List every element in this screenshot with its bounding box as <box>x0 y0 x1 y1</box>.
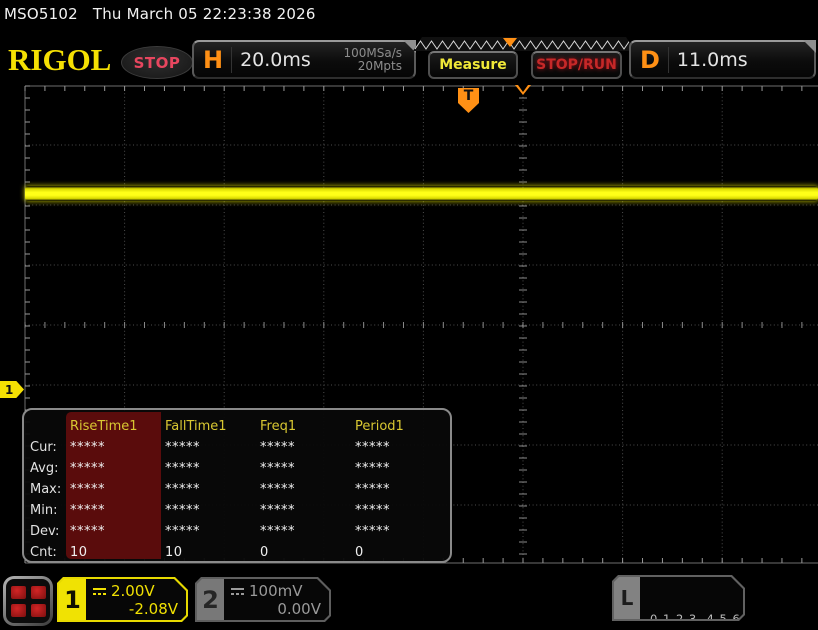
measurement-value: ***** <box>66 440 161 455</box>
measurement-value: ***** <box>161 524 256 539</box>
channel2-offset: 0.00V <box>230 600 321 618</box>
measurement-value: ***** <box>351 461 446 476</box>
measurement-value: 10 <box>66 545 161 560</box>
measurement-row-max: Max: ***** ***** ***** ***** <box>24 479 450 500</box>
measurement-value: ***** <box>66 461 161 476</box>
measurement-column-header: Freq1 <box>256 419 351 434</box>
measurement-row-avg: Avg: ***** ***** ***** ***** <box>24 458 450 479</box>
channel1-info: 2.00V -2.08V <box>86 579 186 620</box>
channel1-offset: -2.08V <box>92 600 178 618</box>
measurement-column-header: Period1 <box>351 419 446 434</box>
measurement-value: ***** <box>256 482 351 497</box>
measurement-row-min: Min: ***** ***** ***** ***** <box>24 500 450 521</box>
measurement-value: ***** <box>161 440 256 455</box>
measurement-value: 0 <box>256 545 351 560</box>
channel2-box[interactable]: 2 100mV 0.00V <box>195 577 331 622</box>
channel2-info: 100mV 0.00V <box>224 579 329 620</box>
channel1-box[interactable]: 1 2.00V -2.08V <box>57 577 188 622</box>
horizontal-reference-indicator-inner <box>518 85 528 92</box>
horizontal-reference-indicator <box>515 85 531 95</box>
measurement-column-header: RiseTime1 <box>66 419 161 434</box>
measurement-value: ***** <box>66 482 161 497</box>
measurement-panel[interactable]: RiseTime1 FallTime1 Freq1 Period1 Cur: *… <box>22 408 452 563</box>
measurement-value: ***** <box>256 524 351 539</box>
measurement-value: ***** <box>66 524 161 539</box>
dc-coupling-icon <box>230 586 245 596</box>
measurement-row-cnt: Cnt: 10 10 0 0 <box>24 542 450 563</box>
measurement-value: ***** <box>256 440 351 455</box>
dc-coupling-icon <box>92 586 107 596</box>
measurement-value: ***** <box>161 482 256 497</box>
channel1-scale: 2.00V <box>111 582 155 600</box>
measurement-value: 0 <box>351 545 446 560</box>
channel2-scale: 100mV <box>249 582 303 600</box>
row-label: Cur: <box>24 440 66 455</box>
measurement-value: 10 <box>161 545 256 560</box>
measurement-value: ***** <box>351 482 446 497</box>
row-label: Cnt: <box>24 545 66 560</box>
row-label: Avg: <box>24 461 66 476</box>
oscilloscope-screen: MSO5102 Thu March 05 22:23:38 2026 RIGOL… <box>0 0 818 630</box>
channel1-badge: 1 <box>59 579 86 620</box>
row-label: Min: <box>24 503 66 518</box>
channel1-ground-label: 1 <box>0 383 13 397</box>
measurement-value: ***** <box>351 503 446 518</box>
apps-grid-icon <box>6 579 50 623</box>
apps-grid-button[interactable] <box>3 576 53 626</box>
measurement-header-row: RiseTime1 FallTime1 Freq1 Period1 <box>24 415 450 437</box>
measurement-row-dev: Dev: ***** ***** ***** ***** <box>24 521 450 542</box>
logic-analyzer-box[interactable]: L 0 1 2 3 4 5 6 7 8 9 1011 12131415 <box>612 575 745 621</box>
channel1-trace <box>25 186 818 201</box>
measurement-value: ***** <box>161 503 256 518</box>
row-label: Dev: <box>24 524 66 539</box>
measurement-value: ***** <box>161 461 256 476</box>
measurement-value: ***** <box>256 503 351 518</box>
measurement-value: ***** <box>66 503 161 518</box>
measurement-column-header: FallTime1 <box>161 419 256 434</box>
logic-analyzer-badge: L <box>614 577 640 619</box>
channel2-badge: 2 <box>197 579 224 620</box>
measurement-row-cur: Cur: ***** ***** ***** ***** <box>24 437 450 458</box>
measurement-value: ***** <box>351 524 446 539</box>
trigger-marker-label: T <box>464 88 474 105</box>
measurement-value: ***** <box>351 440 446 455</box>
row-label: Max: <box>24 482 66 497</box>
measurement-value: ***** <box>256 461 351 476</box>
